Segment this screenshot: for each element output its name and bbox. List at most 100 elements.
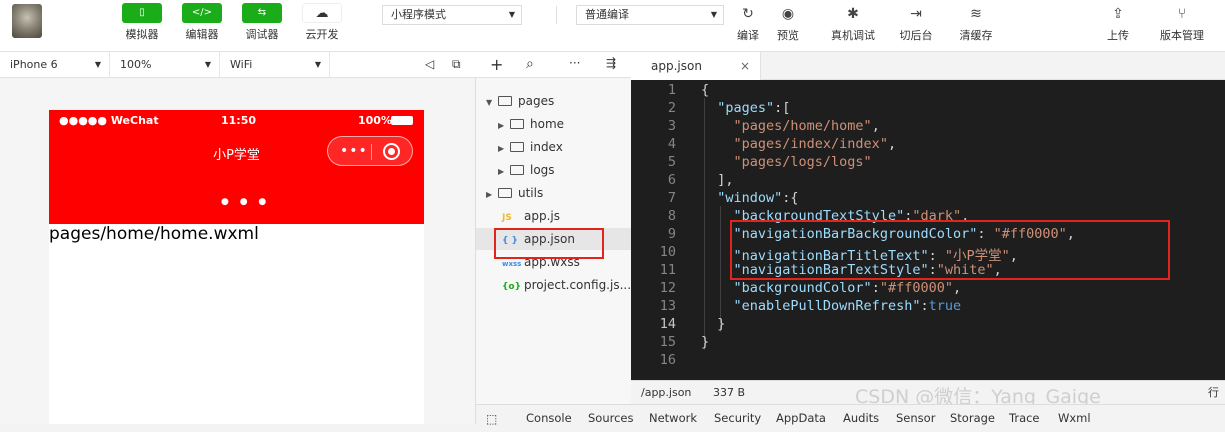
cloud-dev-button[interactable]: ☁ 云开发 xyxy=(292,3,352,42)
more-icon[interactable]: ··· xyxy=(569,56,580,70)
simulator-panel: ●●●●● WeChat 11:50 100% 小P学堂 ••• ● ● ● p… xyxy=(0,78,476,424)
mode-select[interactable]: 小程序模式 ▼ xyxy=(382,5,522,25)
folder-icon xyxy=(510,119,524,129)
page-content-text: pages/home/home.wxml xyxy=(49,224,259,244)
chevron-down-icon: ▼ xyxy=(710,10,717,19)
tree-item-utils[interactable]: ▶ utils xyxy=(486,182,543,204)
tree-item-app-js[interactable]: JS app.js xyxy=(502,205,560,227)
code-line: "pages/logs/logs" xyxy=(733,154,872,170)
chevron-right-icon: ▶ xyxy=(486,190,493,199)
carrier-status: ●●●●● WeChat xyxy=(59,114,159,127)
tab-sources[interactable]: Sources xyxy=(588,405,634,431)
tree-item-pages[interactable]: ▼ pages xyxy=(486,90,554,112)
chevron-down-icon: ▼ xyxy=(314,60,321,69)
simulator-button[interactable]: ▯ 模拟器 xyxy=(112,3,172,42)
detach-window-icon[interactable]: ⧉ xyxy=(452,57,461,72)
device-select[interactable]: iPhone 6 ▼ xyxy=(0,52,110,78)
zoom-value: 100% xyxy=(120,58,152,71)
eye-icon: ◉ xyxy=(781,6,795,22)
inspect-element-icon[interactable]: ⬚ xyxy=(486,406,497,432)
editor-button[interactable]: </> 编辑器 xyxy=(172,3,232,42)
tab-wxml[interactable]: Wxml xyxy=(1058,405,1091,431)
tree-item-label: pages xyxy=(518,94,555,108)
editor-icon: </> xyxy=(182,3,222,23)
chevron-right-icon: ▶ xyxy=(498,167,505,176)
tree-item-label: index xyxy=(530,140,563,154)
speaker-icon[interactable]: ◁ xyxy=(425,57,434,71)
version-control-label: 版本管理 xyxy=(1160,29,1204,42)
line-number: 7 xyxy=(667,190,676,206)
battery-status: 100% xyxy=(358,114,392,127)
chevron-down-icon: ▼ xyxy=(204,60,211,69)
folder-icon xyxy=(498,188,512,198)
tab-console[interactable]: Console xyxy=(526,405,572,431)
debugger-label: 调试器 xyxy=(245,28,279,41)
tab-security[interactable]: Security xyxy=(714,405,761,431)
navigation-bar: ●●●●● WeChat 11:50 100% 小P学堂 ••• ● ● ● xyxy=(49,110,424,224)
tab-appdata[interactable]: AppData xyxy=(776,405,826,431)
tab-app-json[interactable]: app.json × xyxy=(631,52,761,80)
tab-trace[interactable]: Trace xyxy=(1009,405,1040,431)
debugger-button[interactable]: ⇆ 调试器 xyxy=(232,3,292,42)
compile-button[interactable]: ↻ 编译 xyxy=(728,4,768,43)
debugger-icon: ⇆ xyxy=(242,3,282,23)
line-number: 13 xyxy=(659,298,676,314)
tab-label: app.json xyxy=(651,59,702,73)
tab-storage[interactable]: Storage xyxy=(950,405,995,431)
remote-debug-button[interactable]: ✱ 真机调试 xyxy=(830,4,876,43)
devtools-tab-bar: ⬚ Console Sources Network Security AppDa… xyxy=(476,404,1225,426)
network-select[interactable]: WiFi ▼ xyxy=(220,52,330,78)
version-control-button[interactable]: ⑂ 版本管理 xyxy=(1158,4,1206,43)
editor-tab-bar: app.json × xyxy=(631,52,1225,80)
compile-label: 编译 xyxy=(737,29,759,42)
layers-icon: ≋ xyxy=(970,6,982,22)
switch-background-label: 切后台 xyxy=(899,29,933,42)
cloud-dev-icon: ☁ xyxy=(302,3,342,23)
add-file-icon[interactable]: + xyxy=(490,55,503,74)
tree-item-label: utils xyxy=(518,186,544,200)
line-number: 5 xyxy=(667,154,676,170)
code-line: "pages/home/home", xyxy=(733,118,880,134)
collapse-icon[interactable]: ⇶ xyxy=(606,56,616,70)
tree-item-logs[interactable]: ▶ logs xyxy=(498,159,555,181)
line-number: 10 xyxy=(659,244,676,260)
battery-icon xyxy=(391,116,413,125)
avatar[interactable] xyxy=(12,4,42,38)
chevron-down-icon: ▼ xyxy=(508,10,515,19)
code-editor[interactable]: 1 2 3 4 5 6 7 8 9 10 11 12 13 14 15 16 { "pages":[ "pag… xyxy=(631,80,1225,380)
config-file-icon: {o} xyxy=(502,282,521,292)
chevron-right-icon: ▶ xyxy=(498,144,505,153)
tree-item-label: project.config.js... xyxy=(524,278,632,292)
close-icon[interactable]: × xyxy=(740,52,750,80)
line-number: 16 xyxy=(659,352,676,368)
more-icon[interactable]: ••• xyxy=(340,143,368,159)
capsule-divider xyxy=(371,144,372,160)
chevron-right-icon: ▶ xyxy=(498,121,505,130)
compile-select[interactable]: 普通编译 ▼ xyxy=(576,5,724,25)
status-size: 337 B xyxy=(713,386,746,399)
tree-item-label: home xyxy=(530,117,565,131)
line-number: 4 xyxy=(667,136,676,152)
upload-button[interactable]: ⇪ 上传 xyxy=(1098,4,1138,43)
code-line: "pages/index/index", xyxy=(733,136,897,152)
folder-icon xyxy=(498,96,512,106)
upload-icon: ⇪ xyxy=(1112,6,1124,22)
capsule-menu[interactable]: ••• xyxy=(327,136,413,166)
tree-item-project-config[interactable]: {o} project.config.js... xyxy=(502,274,631,296)
tab-sensor[interactable]: Sensor xyxy=(896,405,935,431)
tree-item-home[interactable]: ▶ home xyxy=(498,113,564,135)
loading-indicator: ● ● ● xyxy=(221,197,271,207)
code-line: "window":{ xyxy=(717,190,799,206)
clear-cache-button[interactable]: ≋ 清缓存 xyxy=(956,4,996,43)
zoom-select[interactable]: 100% ▼ xyxy=(110,52,220,78)
switch-background-button[interactable]: ⇥ 切后台 xyxy=(896,4,936,43)
code-line: { xyxy=(701,82,710,98)
search-icon[interactable]: ⌕ xyxy=(526,56,534,72)
preview-button[interactable]: ◉ 预览 xyxy=(768,4,808,43)
main-toolbar: ▯ 模拟器 </> 编辑器 ⇆ 调试器 ☁ 云开发 小程序模式 ▼ 普通编译 ▼… xyxy=(0,0,1225,52)
close-miniprogram-icon[interactable] xyxy=(383,143,400,160)
tab-audits[interactable]: Audits xyxy=(843,405,879,431)
tree-item-index[interactable]: ▶ index xyxy=(498,136,563,158)
device-value: iPhone 6 xyxy=(10,58,58,71)
tab-network[interactable]: Network xyxy=(649,405,697,431)
